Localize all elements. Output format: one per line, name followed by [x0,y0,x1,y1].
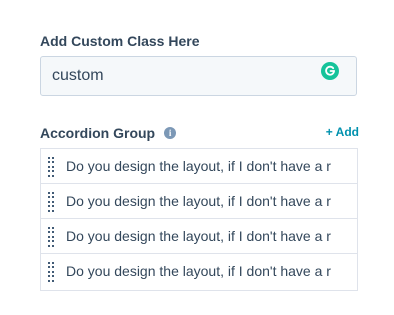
accordion-item-label: Do you design the layout, if I don't hav… [66,193,331,209]
accordion-item[interactable]: Do you design the layout, if I don't hav… [41,254,357,290]
custom-class-field[interactable] [40,56,357,96]
grammarly-g-glyph [325,65,335,76]
accordion-item[interactable]: Do you design the layout, if I don't hav… [41,149,357,184]
custom-class-label: Add Custom Class Here [40,33,200,49]
accordion-list: Do you design the layout, if I don't hav… [40,148,358,291]
grammarly-icon[interactable] [321,62,339,80]
accordion-group-label: Accordion Group i [40,125,177,141]
drag-handle-icon[interactable] [48,157,54,177]
drag-handle-icon[interactable] [48,262,54,282]
accordion-item[interactable]: Do you design the layout, if I don't hav… [41,219,357,254]
accordion-group-title: Accordion Group [40,125,156,141]
accordion-item-label: Do you design the layout, if I don't hav… [66,228,331,244]
custom-class-input[interactable] [41,57,311,95]
accordion-item[interactable]: Do you design the layout, if I don't hav… [41,184,357,219]
info-icon[interactable]: i [164,127,177,139]
add-item-button[interactable]: + Add [326,125,359,139]
accordion-item-label: Do you design the layout, if I don't hav… [66,158,331,174]
accordion-item-label: Do you design the layout, if I don't hav… [66,263,331,279]
drag-handle-icon[interactable] [48,227,54,247]
drag-handle-icon[interactable] [48,192,54,212]
